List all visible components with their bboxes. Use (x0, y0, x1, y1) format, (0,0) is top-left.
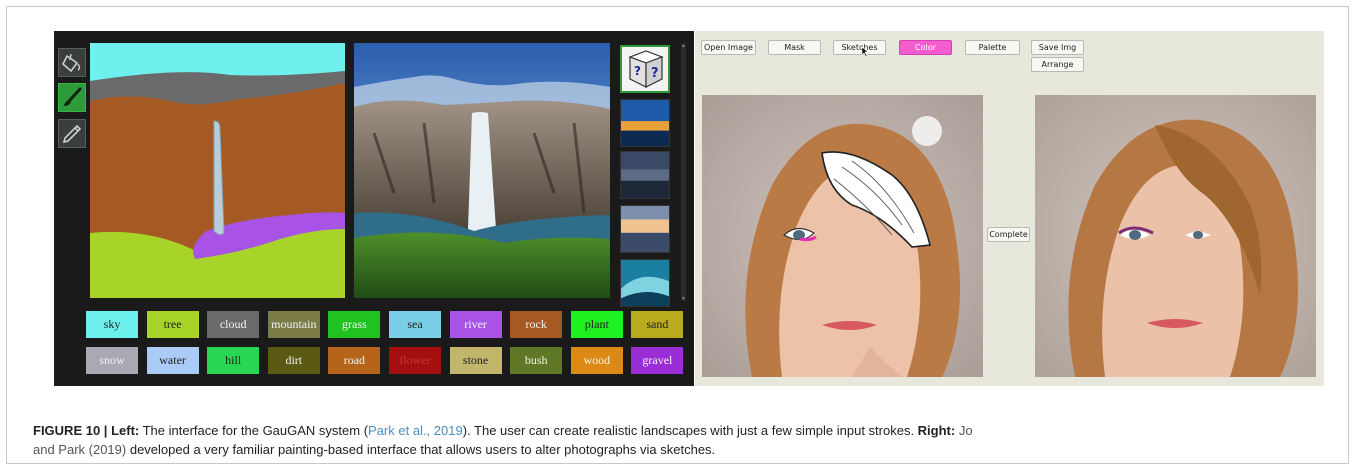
color-button[interactable]: Color (899, 40, 952, 55)
fill-bucket-tool[interactable] (58, 48, 86, 77)
sketch-editing-interface: Open Image Mask Sketches Color Palette S… (695, 31, 1324, 386)
style-thumbnails: ? ? (620, 43, 672, 307)
label-button-rock[interactable]: rock (510, 311, 563, 338)
arrange-button[interactable]: Arrange (1031, 57, 1084, 72)
style-thumbnail-dusk[interactable] (620, 151, 670, 199)
random-style-button[interactable]: ? ? (620, 45, 670, 93)
style-thumbnail-sunset[interactable] (620, 99, 670, 147)
pencil-tool[interactable] (58, 119, 86, 148)
fill-bucket-icon (62, 53, 81, 72)
caption-line-1: FIGURE 10 | Left: The interface for the … (33, 421, 1333, 440)
label-button-gravel[interactable]: gravel (631, 347, 684, 374)
label-button-river[interactable]: river (449, 311, 502, 338)
brush-icon (64, 87, 82, 106)
gaugan-interface: ? ? ▲ ▼ sky tree cloud mountain grass se… (54, 31, 694, 386)
right-heading: Right: (917, 423, 956, 438)
label-button-stone[interactable]: stone (449, 347, 502, 374)
right-citation-part-1[interactable]: Jo (955, 423, 973, 438)
label-button-sea[interactable]: sea (389, 311, 441, 338)
label-button-road[interactable]: road (328, 347, 381, 374)
mask-button[interactable]: Mask (768, 40, 821, 55)
open-image-button[interactable]: Open Image (701, 40, 756, 55)
label-button-cloud[interactable]: cloud (207, 311, 260, 338)
left-citation-link[interactable]: Park et al., 2019 (368, 423, 463, 438)
figure-caption: FIGURE 10 | Left: The interface for the … (33, 421, 1333, 459)
label-button-plant[interactable]: plant (570, 311, 623, 338)
pencil-icon (62, 124, 82, 143)
complete-button[interactable]: Complete (987, 227, 1030, 242)
label-button-bush[interactable]: bush (510, 347, 563, 374)
scroll-down-icon[interactable]: ▼ (681, 296, 686, 302)
figure-separator: | (100, 423, 112, 438)
label-button-snow[interactable]: snow (86, 347, 138, 374)
svg-text:?: ? (651, 66, 659, 81)
label-button-flower[interactable]: flower (389, 347, 441, 374)
left-text-2: ). The user can create realistic landsca… (462, 423, 918, 438)
label-button-sand[interactable]: sand (631, 311, 684, 338)
input-photo-canvas[interactable] (702, 95, 983, 377)
caption-line-2: and Park (2019) developed a very familia… (33, 440, 1333, 459)
svg-text:?: ? (634, 64, 641, 78)
label-button-dirt[interactable]: dirt (267, 347, 320, 374)
figure-frame: ? ? ▲ ▼ sky tree cloud mountain grass se… (6, 6, 1349, 464)
palette-button[interactable]: Palette (965, 40, 1020, 55)
label-button-wood[interactable]: wood (570, 347, 623, 374)
label-button-water[interactable]: water (146, 347, 199, 374)
sketches-button[interactable]: Sketches (833, 40, 886, 55)
output-photo (1035, 95, 1316, 377)
label-button-mountain[interactable]: mountain (267, 311, 320, 338)
segmentation-canvas[interactable] (90, 43, 345, 298)
label-button-grass[interactable]: grass (328, 311, 381, 338)
scroll-up-icon[interactable]: ▲ (681, 43, 686, 49)
style-thumbnail-clouds[interactable] (620, 205, 670, 253)
label-button-hill[interactable]: hill (207, 347, 260, 374)
label-button-tree[interactable]: tree (146, 311, 199, 338)
generated-image (354, 43, 610, 298)
left-text-1: The interface for the GauGAN system ( (139, 423, 369, 438)
thumbnail-scrollbar[interactable]: ▲ ▼ (681, 43, 686, 302)
right-text: developed a very familiar painting-based… (126, 442, 716, 457)
dice-icon: ? ? (628, 50, 664, 88)
mouse-cursor-icon (862, 47, 869, 57)
right-citation-part-2[interactable]: and Park (2019) (33, 442, 126, 457)
save-img-button[interactable]: Save Img (1031, 40, 1084, 55)
style-thumbnail-wave[interactable] (620, 259, 670, 307)
label-button-sky[interactable]: sky (86, 311, 138, 338)
left-heading: Left: (111, 423, 140, 438)
brush-tool[interactable] (58, 83, 86, 112)
figure-label: FIGURE 10 (33, 423, 101, 438)
